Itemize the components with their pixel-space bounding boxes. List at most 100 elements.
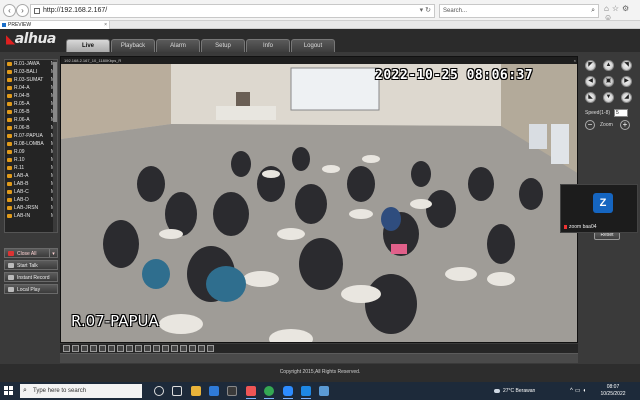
taskbar-search-input[interactable]: ⌕ Type here to search (20, 384, 142, 398)
tab-playback[interactable]: Playback (111, 39, 155, 52)
snapshot-icon[interactable] (153, 345, 160, 352)
record-toggle-icon[interactable] (162, 345, 169, 352)
channel-item[interactable]: LAB-AM (5, 172, 57, 180)
zoom-participant-tile[interactable]: Z zoom baa04 (560, 184, 638, 233)
browser-tab[interactable]: PREVIEW × (0, 21, 110, 29)
browser-toolbar-icons[interactable]: ⌂☆⚙☺ (604, 4, 640, 22)
settings-icon[interactable] (207, 345, 214, 352)
split-25-icon[interactable] (108, 345, 115, 352)
channel-item[interactable]: R.01-JAWAM (5, 60, 57, 68)
camera-icon (7, 78, 12, 82)
copyright-text: Copyright 2015,All Rights Reserved. (279, 369, 361, 375)
channel-item[interactable]: LAB-BM (5, 180, 57, 188)
channel-label: R.05-B (14, 109, 30, 115)
scroll-thumb[interactable] (53, 62, 57, 122)
channel-item[interactable]: R.03-SUMATM (5, 76, 57, 84)
edge-icon[interactable] (209, 386, 219, 396)
zoom-app-icon[interactable] (283, 386, 293, 399)
tab-setup[interactable]: Setup (201, 39, 245, 52)
fullscreen-icon[interactable] (126, 345, 133, 352)
channel-scrollbar[interactable] (53, 60, 57, 232)
channel-item[interactable]: R.04-BM (5, 92, 57, 100)
ptz-center-icon[interactable]: ▣ (603, 76, 614, 87)
speed-select[interactable]: 5 (614, 109, 628, 117)
tab-alarm[interactable]: Alarm (156, 39, 200, 52)
local-play-button[interactable]: Local Play (4, 284, 58, 294)
ptz-right-icon[interactable]: ▶ (621, 76, 632, 87)
browser-search-field[interactable]: Search... ⌕ (439, 4, 599, 18)
split-16-icon[interactable] (99, 345, 106, 352)
channel-item[interactable]: R.06-BM (5, 124, 57, 132)
ratio-icon[interactable] (198, 345, 205, 352)
zoom-in-icon[interactable]: + (620, 120, 630, 130)
channel-item[interactable]: R.08-LOMBAM (5, 140, 57, 148)
channel-item[interactable]: R.05-AM (5, 100, 57, 108)
close-video-icon[interactable]: × (574, 57, 576, 64)
camera-feed-image (61, 64, 577, 342)
instant-record-button[interactable]: Instant Record (4, 272, 58, 282)
search-icon[interactable]: ⌕ (591, 5, 595, 17)
zoom-name-text: zoom baa04 (569, 224, 597, 230)
page-icon (34, 8, 40, 14)
start-talk-button[interactable]: Start Talk (4, 260, 58, 270)
close-tab-icon[interactable]: × (104, 21, 107, 29)
ie-icon[interactable] (301, 386, 311, 399)
taskbar-search-placeholder: Type here to search (33, 388, 87, 394)
chevron-down-icon[interactable]: ▾ (49, 249, 57, 257)
tray-icons[interactable]: ^▭◖ (570, 387, 588, 394)
tab-live[interactable]: Live (66, 39, 110, 52)
split-4-icon[interactable] (72, 345, 79, 352)
channel-item[interactable]: LAB-JRSNM (5, 204, 57, 212)
prev-page-icon[interactable] (135, 345, 142, 352)
forward-icon[interactable]: › (16, 4, 29, 17)
ptz-left-icon[interactable]: ◀ (585, 76, 596, 87)
file-explorer-icon[interactable] (191, 386, 201, 396)
tab-info[interactable]: Info (246, 39, 290, 52)
channel-item[interactable]: LAB-DM (5, 196, 57, 204)
channel-item[interactable]: LAB-INM (5, 212, 57, 220)
back-icon[interactable]: ‹ (3, 4, 16, 17)
next-page-icon[interactable] (144, 345, 151, 352)
ptz-up-left-icon[interactable]: ◤ (585, 60, 596, 71)
close-all-button[interactable]: Close All ▾ (4, 248, 58, 258)
split-36-icon[interactable] (117, 345, 124, 352)
cortana-icon[interactable] (154, 386, 164, 396)
chrome-icon[interactable] (264, 386, 274, 399)
split-1-icon[interactable] (63, 345, 70, 352)
channel-label: R.10 (14, 157, 25, 163)
channel-item[interactable]: R.10M (5, 156, 57, 164)
ptz-up-right-icon[interactable]: ◥ (621, 60, 632, 71)
camera-icon (7, 190, 12, 194)
weather-widget[interactable]: 27°C Berawan (494, 388, 535, 394)
ptz-up-icon[interactable]: ▲ (603, 60, 614, 71)
channel-item[interactable]: R.09M (5, 148, 57, 156)
store-icon[interactable] (227, 386, 237, 396)
video-header: 192.168.2.167_10_1180Kbps_R × (61, 57, 577, 64)
channel-item[interactable]: R.06-AM (5, 116, 57, 124)
channel-item[interactable]: R.07-PAPUAM (5, 132, 57, 140)
channel-item[interactable]: R.03-BALIM (5, 68, 57, 76)
channel-item[interactable]: R.04-AM (5, 84, 57, 92)
app-icon-2[interactable] (319, 386, 329, 396)
channel-item[interactable]: R.05-BM (5, 108, 57, 116)
zoom-icon[interactable] (171, 345, 178, 352)
channel-item[interactable]: R.11M (5, 164, 57, 172)
split-9-icon[interactable] (90, 345, 97, 352)
channel-item[interactable]: LAB-CM (5, 188, 57, 196)
video-window[interactable]: 192.168.2.167_10_1180Kbps_R × 2022-10-25… (60, 56, 578, 343)
stream-icon[interactable] (189, 345, 196, 352)
task-view-icon[interactable] (172, 386, 182, 396)
tab-logout[interactable]: Logout (291, 39, 335, 52)
refresh-icon[interactable]: ▾ ↻ (420, 5, 431, 17)
ptz-down-icon[interactable]: ▼ (603, 92, 614, 103)
record-icon (8, 275, 14, 280)
zoom-out-icon[interactable]: − (585, 120, 595, 130)
windows-start-icon[interactable] (4, 386, 14, 396)
ptz-down-right-icon[interactable]: ◢ (621, 92, 632, 103)
app-icon[interactable] (246, 386, 256, 399)
ptz-down-left-icon[interactable]: ◣ (585, 92, 596, 103)
url-field[interactable]: http://192.168.2.167/ ▾ ↻ (30, 4, 435, 18)
clock[interactable]: 08:07 10/25/2022 (598, 384, 628, 398)
split-8-icon[interactable] (81, 345, 88, 352)
audio-icon[interactable] (180, 345, 187, 352)
